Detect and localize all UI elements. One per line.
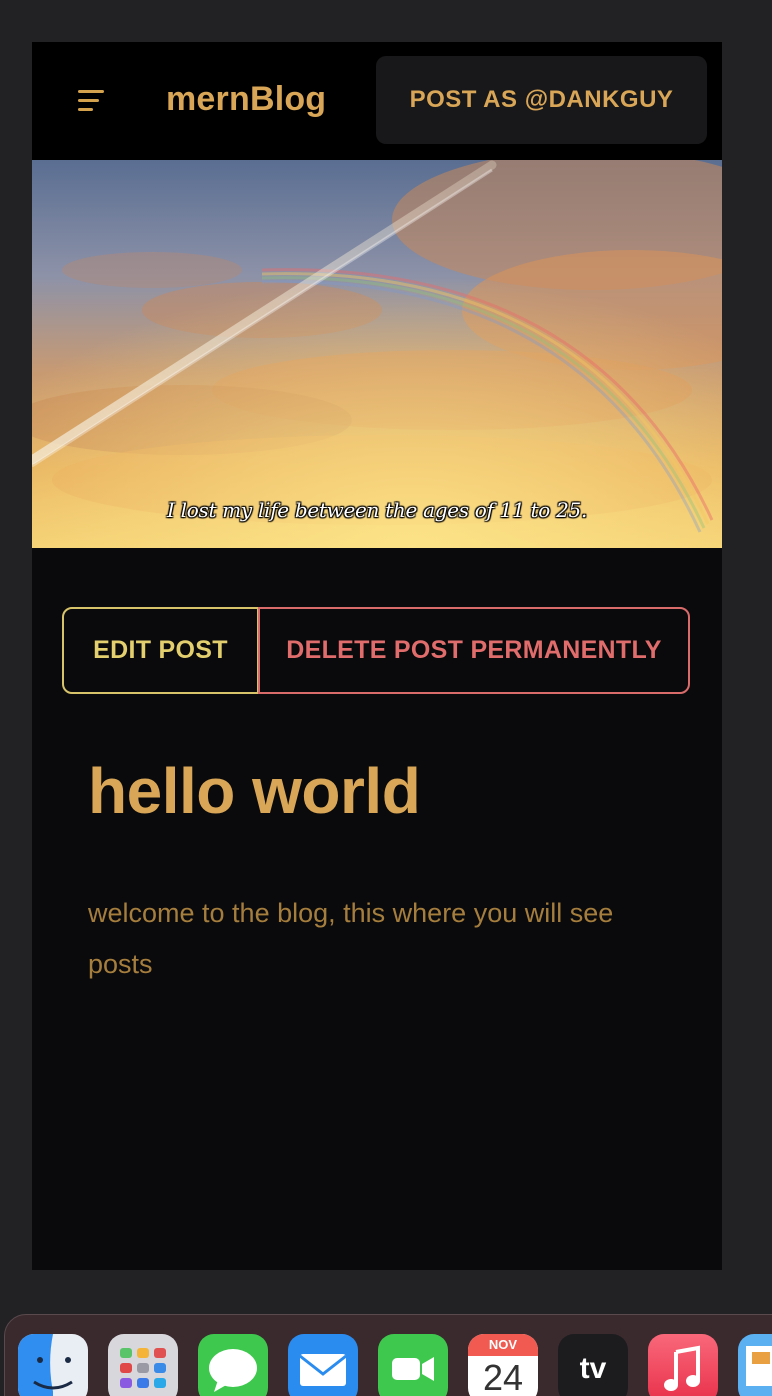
brand-logo[interactable]: mernBlog (166, 80, 326, 119)
post-cover-image: I lost my life between the ages of 11 to… (32, 160, 722, 548)
messages-icon[interactable] (198, 1334, 268, 1396)
navbar: mernBlog POST AS @DANKGUY (32, 42, 722, 160)
preview-icon[interactable] (738, 1334, 772, 1396)
post-as-button[interactable]: POST AS @DANKGUY (376, 56, 707, 144)
hamburger-menu-icon[interactable] (72, 86, 110, 116)
delete-post-button[interactable]: DELETE POST PERMANENTLY (258, 607, 690, 694)
launchpad-icon[interactable] (108, 1334, 178, 1396)
sky-rainbow-image (32, 160, 722, 548)
calendar-icon[interactable]: NOV 24 (468, 1334, 538, 1396)
app-viewport: mernBlog POST AS @DANKGUY I lost my life… (32, 42, 722, 1270)
image-caption: I lost my life between the ages of 11 to… (166, 498, 587, 522)
apple-tv-icon[interactable]: tv (558, 1334, 628, 1396)
post-title: hello world (88, 755, 421, 827)
post-body: welcome to the blog, this where you will… (88, 898, 614, 979)
mail-icon[interactable] (288, 1334, 358, 1396)
post-actions: EDIT POST DELETE POST PERMANENTLY (62, 607, 691, 694)
facetime-icon[interactable] (378, 1334, 448, 1396)
music-icon[interactable] (648, 1334, 718, 1396)
edit-post-button[interactable]: EDIT POST (62, 607, 259, 694)
finder-icon[interactable] (18, 1334, 88, 1396)
